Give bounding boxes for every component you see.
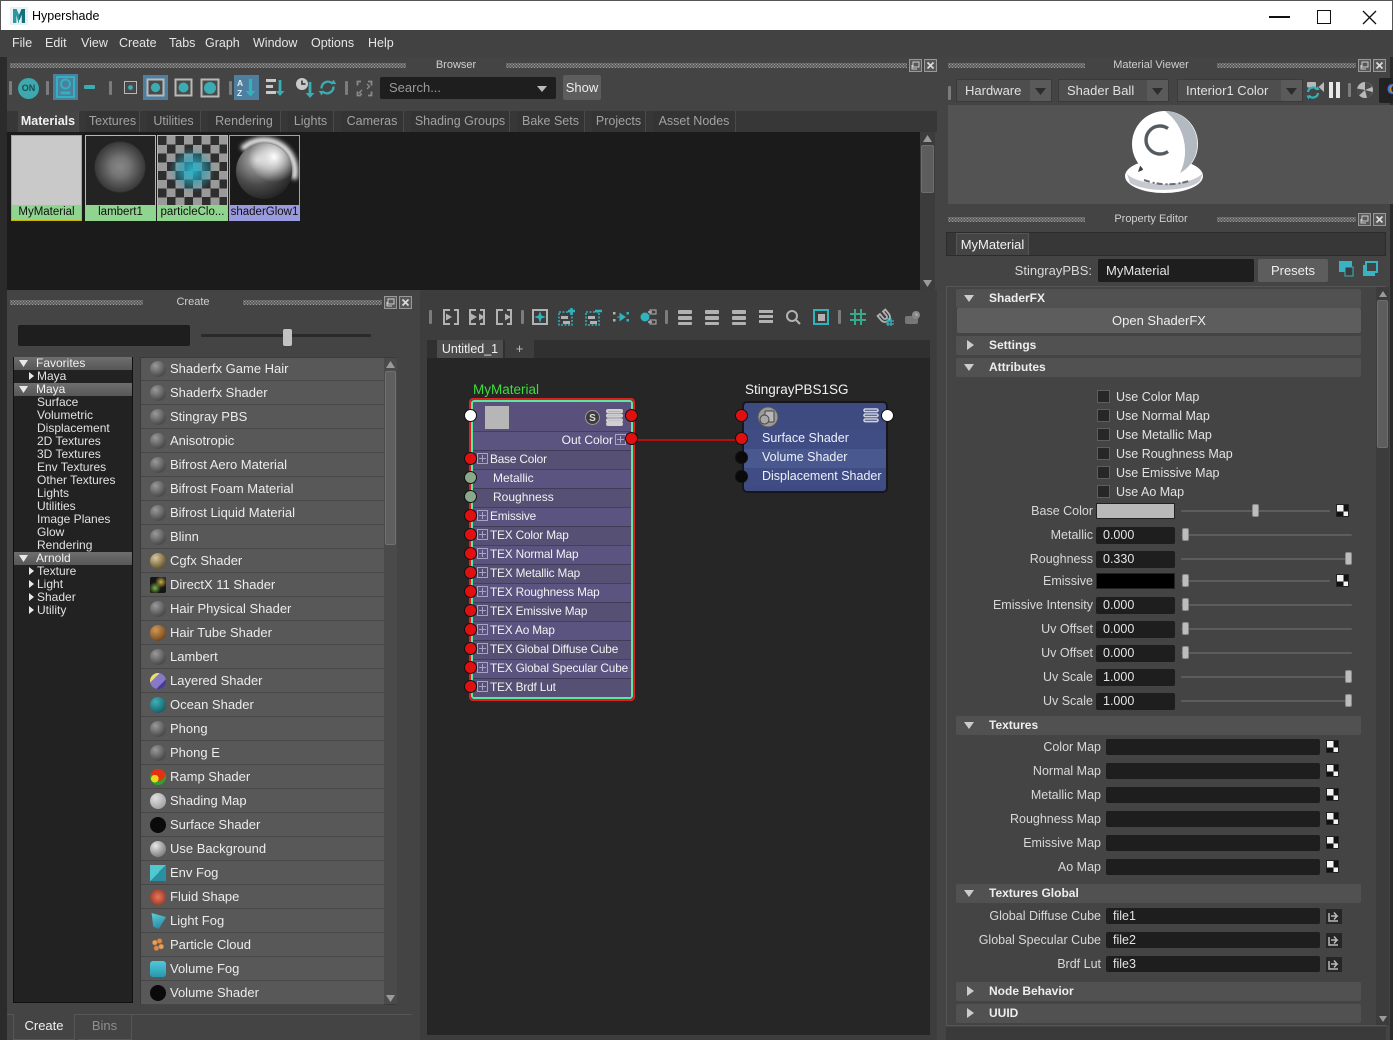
svg-text:Z: Z	[237, 88, 242, 98]
svg-text:A: A	[237, 78, 243, 88]
